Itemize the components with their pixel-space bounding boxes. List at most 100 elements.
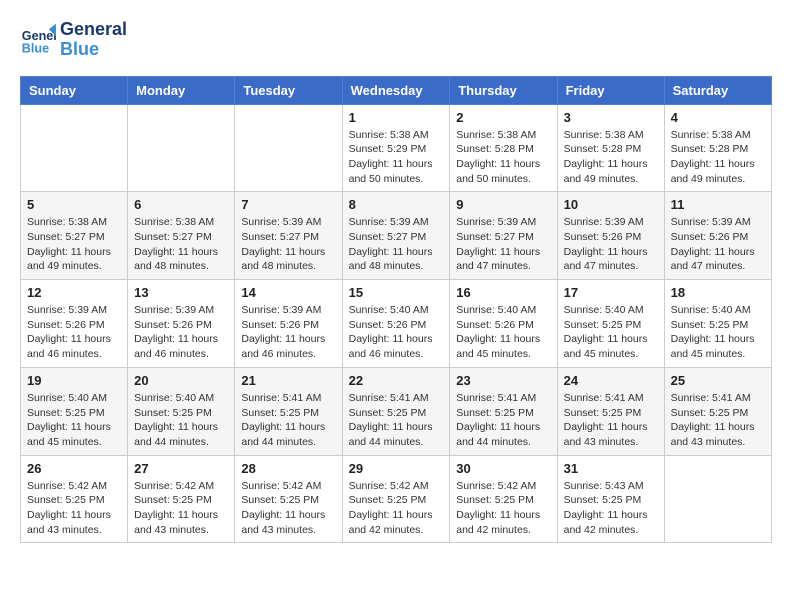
day-number: 29 (349, 461, 444, 476)
day-info: Sunrise: 5:38 AM Sunset: 5:28 PM Dayligh… (456, 128, 550, 187)
calendar-cell: 22 Sunrise: 5:41 AM Sunset: 5:25 PM Dayli… (342, 367, 450, 455)
day-number: 19 (27, 373, 121, 388)
day-number: 26 (27, 461, 121, 476)
calendar-week-row: 1 Sunrise: 5:38 AM Sunset: 5:29 PM Daylig… (21, 104, 772, 192)
calendar-cell: 24 Sunrise: 5:41 AM Sunset: 5:25 PM Dayli… (557, 367, 664, 455)
day-number: 3 (564, 110, 658, 125)
day-info: Sunrise: 5:42 AM Sunset: 5:25 PM Dayligh… (349, 479, 444, 538)
day-number: 25 (671, 373, 765, 388)
calendar-cell: 5 Sunrise: 5:38 AM Sunset: 5:27 PM Daylig… (21, 192, 128, 280)
logo-icon: General Blue (20, 22, 56, 58)
day-info: Sunrise: 5:39 AM Sunset: 5:26 PM Dayligh… (564, 215, 658, 274)
day-number: 30 (456, 461, 550, 476)
calendar-week-row: 5 Sunrise: 5:38 AM Sunset: 5:27 PM Daylig… (21, 192, 772, 280)
calendar-cell (21, 104, 128, 192)
calendar-cell (235, 104, 342, 192)
calendar-cell: 7 Sunrise: 5:39 AM Sunset: 5:27 PM Daylig… (235, 192, 342, 280)
calendar-cell: 3Sunrise: 5:38 AM Sunset: 5:28 PM Daylig… (557, 104, 664, 192)
logo: General Blue General Blue (20, 20, 127, 60)
day-info: Sunrise: 5:41 AM Sunset: 5:25 PM Dayligh… (456, 391, 550, 450)
calendar-cell: 13 Sunrise: 5:39 AM Sunset: 5:26 PM Dayli… (128, 280, 235, 368)
day-number: 10 (564, 197, 658, 212)
weekday-header-sunday: Sunday (21, 76, 128, 104)
calendar-cell: 23Sunrise: 5:41 AM Sunset: 5:25 PM Dayli… (450, 367, 557, 455)
day-info: Sunrise: 5:40 AM Sunset: 5:25 PM Dayligh… (671, 303, 765, 362)
day-number: 7 (241, 197, 335, 212)
day-info: Sunrise: 5:39 AM Sunset: 5:26 PM Dayligh… (134, 303, 228, 362)
day-info: Sunrise: 5:39 AM Sunset: 5:27 PM Dayligh… (349, 215, 444, 274)
day-info: Sunrise: 5:42 AM Sunset: 5:25 PM Dayligh… (134, 479, 228, 538)
day-number: 9 (456, 197, 550, 212)
weekday-header-saturday: Saturday (664, 76, 771, 104)
calendar-cell (128, 104, 235, 192)
day-info: Sunrise: 5:41 AM Sunset: 5:25 PM Dayligh… (349, 391, 444, 450)
day-info: Sunrise: 5:41 AM Sunset: 5:25 PM Dayligh… (671, 391, 765, 450)
day-info: Sunrise: 5:38 AM Sunset: 5:27 PM Dayligh… (27, 215, 121, 274)
day-info: Sunrise: 5:40 AM Sunset: 5:26 PM Dayligh… (456, 303, 550, 362)
day-info: Sunrise: 5:41 AM Sunset: 5:25 PM Dayligh… (564, 391, 658, 450)
svg-text:Blue: Blue (22, 41, 49, 55)
weekday-header-row: SundayMondayTuesdayWednesdayThursdayFrid… (21, 76, 772, 104)
calendar-week-row: 19 Sunrise: 5:40 AM Sunset: 5:25 PM Dayli… (21, 367, 772, 455)
calendar-cell: 26Sunrise: 5:42 AM Sunset: 5:25 PM Dayli… (21, 455, 128, 543)
calendar-cell: 20 Sunrise: 5:40 AM Sunset: 5:25 PM Dayli… (128, 367, 235, 455)
calendar-cell: 17 Sunrise: 5:40 AM Sunset: 5:25 PM Dayli… (557, 280, 664, 368)
day-number: 15 (349, 285, 444, 300)
day-info: Sunrise: 5:42 AM Sunset: 5:25 PM Dayligh… (241, 479, 335, 538)
day-info: Sunrise: 5:40 AM Sunset: 5:25 PM Dayligh… (27, 391, 121, 450)
calendar-cell: 6Sunrise: 5:38 AM Sunset: 5:27 PM Daylig… (128, 192, 235, 280)
day-number: 16 (456, 285, 550, 300)
day-number: 4 (671, 110, 765, 125)
calendar-cell: 29 Sunrise: 5:42 AM Sunset: 5:25 PM Dayli… (342, 455, 450, 543)
day-number: 20 (134, 373, 228, 388)
calendar-cell: 12Sunrise: 5:39 AM Sunset: 5:26 PM Dayli… (21, 280, 128, 368)
day-number: 6 (134, 197, 228, 212)
day-number: 1 (349, 110, 444, 125)
weekday-header-tuesday: Tuesday (235, 76, 342, 104)
day-info: Sunrise: 5:39 AM Sunset: 5:26 PM Dayligh… (241, 303, 335, 362)
calendar-cell: 11 Sunrise: 5:39 AM Sunset: 5:26 PM Dayli… (664, 192, 771, 280)
calendar-cell: 25 Sunrise: 5:41 AM Sunset: 5:25 PM Dayli… (664, 367, 771, 455)
day-number: 22 (349, 373, 444, 388)
page-header: General Blue General Blue (20, 20, 772, 60)
calendar-cell: 4 Sunrise: 5:38 AM Sunset: 5:28 PM Daylig… (664, 104, 771, 192)
weekday-header-thursday: Thursday (450, 76, 557, 104)
calendar-table: SundayMondayTuesdayWednesdayThursdayFrid… (20, 76, 772, 544)
calendar-cell: 31Sunrise: 5:43 AM Sunset: 5:25 PM Dayli… (557, 455, 664, 543)
calendar-week-row: 12Sunrise: 5:39 AM Sunset: 5:26 PM Dayli… (21, 280, 772, 368)
day-info: Sunrise: 5:40 AM Sunset: 5:25 PM Dayligh… (134, 391, 228, 450)
calendar-cell: 9Sunrise: 5:39 AM Sunset: 5:27 PM Daylig… (450, 192, 557, 280)
calendar-cell: 8Sunrise: 5:39 AM Sunset: 5:27 PM Daylig… (342, 192, 450, 280)
day-info: Sunrise: 5:40 AM Sunset: 5:26 PM Dayligh… (349, 303, 444, 362)
day-number: 28 (241, 461, 335, 476)
day-info: Sunrise: 5:39 AM Sunset: 5:26 PM Dayligh… (671, 215, 765, 274)
calendar-cell: 1 Sunrise: 5:38 AM Sunset: 5:29 PM Daylig… (342, 104, 450, 192)
logo-general: General (60, 20, 127, 40)
calendar-cell: 16 Sunrise: 5:40 AM Sunset: 5:26 PM Dayli… (450, 280, 557, 368)
calendar-cell: 19 Sunrise: 5:40 AM Sunset: 5:25 PM Dayli… (21, 367, 128, 455)
day-number: 21 (241, 373, 335, 388)
calendar-cell: 27Sunrise: 5:42 AM Sunset: 5:25 PM Dayli… (128, 455, 235, 543)
day-info: Sunrise: 5:38 AM Sunset: 5:29 PM Dayligh… (349, 128, 444, 187)
calendar-week-row: 26 Sunrise: 5:42 AM Sunset: 5:25 PM Dayli… (21, 455, 772, 543)
calendar-cell: 14 Sunrise: 5:39 AM Sunset: 5:26 PM Dayli… (235, 280, 342, 368)
day-number: 5 (27, 197, 121, 212)
day-number: 24 (564, 373, 658, 388)
day-number: 17 (564, 285, 658, 300)
calendar-cell (664, 455, 771, 543)
day-info: Sunrise: 5:39 AM Sunset: 5:26 PM Dayligh… (27, 303, 121, 362)
day-number: 2 (456, 110, 550, 125)
day-info: Sunrise: 5:40 AM Sunset: 5:25 PM Dayligh… (564, 303, 658, 362)
day-info: Sunrise: 5:42 AM Sunset: 5:25 PM Dayligh… (456, 479, 550, 538)
calendar-cell: 28 Sunrise: 5:42 AM Sunset: 5:25 PM Dayli… (235, 455, 342, 543)
logo-blue: Blue (60, 40, 127, 60)
day-number: 18 (671, 285, 765, 300)
calendar-cell: 2 Sunrise: 5:38 AM Sunset: 5:28 PM Daylig… (450, 104, 557, 192)
weekday-header-friday: Friday (557, 76, 664, 104)
day-info: Sunrise: 5:39 AM Sunset: 5:27 PM Dayligh… (241, 215, 335, 274)
day-number: 13 (134, 285, 228, 300)
day-number: 31 (564, 461, 658, 476)
day-number: 14 (241, 285, 335, 300)
day-info: Sunrise: 5:38 AM Sunset: 5:28 PM Dayligh… (671, 128, 765, 187)
day-number: 11 (671, 197, 765, 212)
